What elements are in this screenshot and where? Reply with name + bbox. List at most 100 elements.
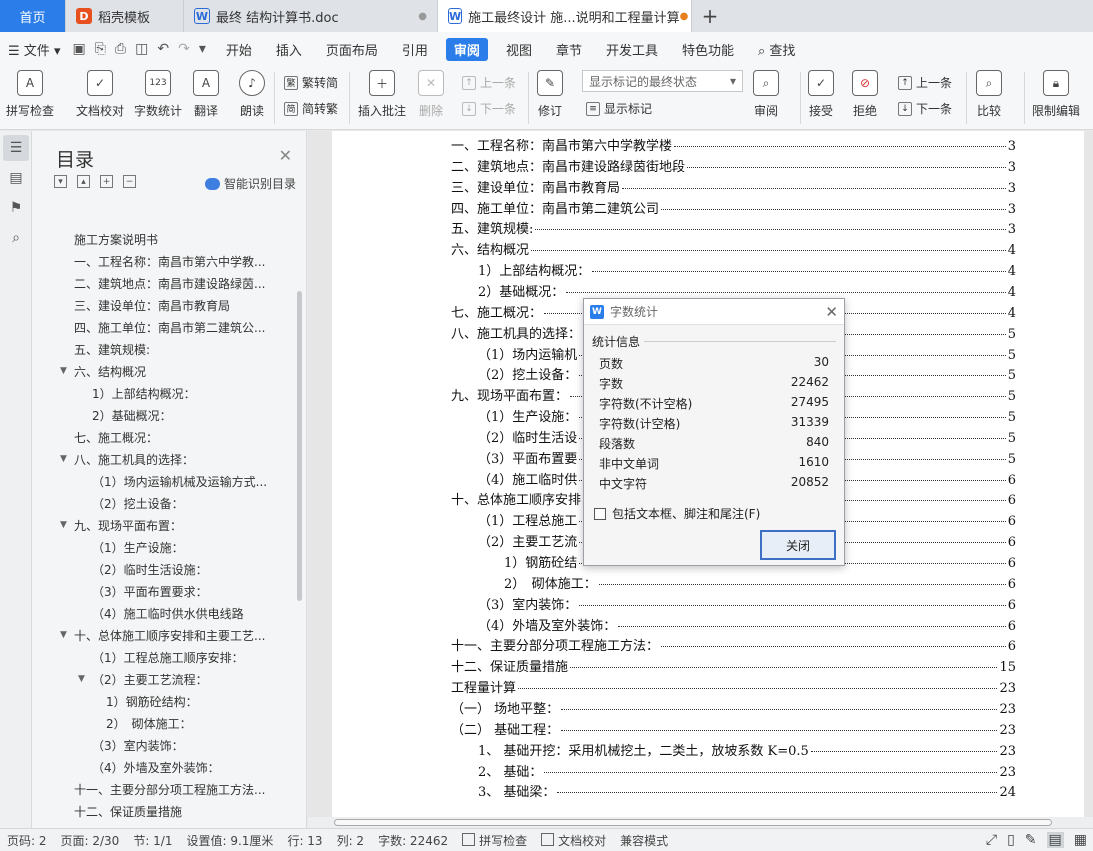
menu-review[interactable]: 审阅 bbox=[445, 37, 488, 61]
chapter-nav-icon[interactable]: ▤ bbox=[3, 165, 29, 191]
chevron-down-icon[interactable]: ▼ bbox=[60, 630, 67, 640]
fullscreen-icon[interactable]: ⤢ bbox=[986, 832, 997, 848]
doc-toc-line[interactable]: 四、施工单位：南昌市第二建筑公司 3 bbox=[451, 198, 1016, 217]
remove-heading-icon[interactable]: − bbox=[123, 175, 136, 188]
page-view-icon[interactable]: ▤ bbox=[1046, 832, 1064, 848]
doc-toc-line[interactable]: 2） 砌体施工： 6 bbox=[504, 573, 1016, 592]
doc-toc-line[interactable]: 三、建设单位：南昌市教育局 3 bbox=[451, 177, 1016, 196]
close-icon[interactable]: ✕ bbox=[825, 303, 838, 321]
tab-structure-calc[interactable]: W 最终 结构计算书.doc ● bbox=[184, 0, 438, 32]
smart-toc-button[interactable]: 智能识别目录 bbox=[204, 175, 296, 192]
toc-item[interactable]: 三、建设单位：南昌市教育局 bbox=[48, 294, 304, 316]
restrict-editing-button[interactable]: 🔒︎ 限制编辑 bbox=[1032, 70, 1080, 119]
find-icon[interactable]: ⌕ bbox=[3, 225, 29, 251]
status-word-count[interactable]: 字数: 22462 bbox=[371, 832, 455, 849]
save-icon[interactable]: ▣ bbox=[72, 41, 85, 57]
tab-home[interactable]: 首页 bbox=[0, 0, 66, 32]
menu-home[interactable]: 开始 bbox=[214, 40, 264, 59]
reject-button[interactable]: ⊘ 拒绝 bbox=[852, 70, 878, 119]
print-preview-icon[interactable]: ◫ bbox=[135, 41, 148, 57]
toc-item[interactable]: 四、施工单位：南昌市第二建筑公... bbox=[48, 316, 304, 338]
chevron-down-icon[interactable]: ▼ bbox=[60, 520, 67, 530]
menu-view[interactable]: 视图 bbox=[494, 40, 544, 59]
pen-icon[interactable]: ✎ bbox=[1025, 832, 1037, 848]
doc-toc-line[interactable]: 十一、主要分部分项工程施工方法： 6 bbox=[451, 635, 1016, 654]
toc-item[interactable]: 2） 砌体施工： bbox=[48, 712, 304, 734]
bookmark-icon[interactable]: ⚑ bbox=[3, 195, 29, 221]
doc-toc-line[interactable]: 1、 基础开挖：采用机械挖土，二类土，放坡系数 K=0.5 23 bbox=[478, 740, 1016, 759]
include-textbox-checkbox[interactable]: 包括文本框、脚注和尾注(F) bbox=[594, 505, 760, 522]
toc-item[interactable]: ▼ 九、现场平面布置： bbox=[48, 514, 304, 536]
markup-state-select[interactable]: 显示标记的最终状态 ▾ bbox=[582, 70, 743, 92]
toc-item[interactable]: （4）施工临时供水供电线路 bbox=[48, 602, 304, 624]
delete-comment-button[interactable]: ✕ 删除 bbox=[418, 70, 444, 119]
translate-button[interactable]: A 翻译 bbox=[193, 70, 219, 119]
doc-toc-line[interactable]: （一） 场地平整： 23 bbox=[451, 698, 1016, 717]
status-spell-check[interactable]: 拼写检查 bbox=[455, 832, 534, 849]
horizontal-scrollbar[interactable] bbox=[308, 817, 1093, 828]
prev-change-button[interactable]: ↑ 上一条 bbox=[898, 74, 952, 91]
menu-references[interactable]: 引用 bbox=[390, 40, 440, 59]
add-heading-icon[interactable]: + bbox=[100, 175, 113, 188]
status-page[interactable]: 页面: 2/30 bbox=[54, 832, 127, 849]
prev-comment-button[interactable]: ↑ 上一条 bbox=[462, 74, 516, 91]
chevron-down-icon[interactable]: ▼ bbox=[60, 366, 67, 376]
toc-item[interactable]: 七、施工概况： bbox=[48, 426, 304, 448]
new-tab-button[interactable]: + bbox=[692, 0, 728, 32]
word-count-button[interactable]: 123 字数统计 bbox=[134, 70, 182, 119]
toc-item[interactable]: （2）临时生活设施： bbox=[48, 558, 304, 580]
doc-toc-line[interactable]: 十二、保证质量措施 15 bbox=[451, 656, 1016, 675]
toc-scrollbar[interactable] bbox=[297, 291, 302, 601]
search-command[interactable]: ⌕ 查找 bbox=[746, 40, 807, 59]
print-icon[interactable]: ⎙ bbox=[115, 41, 126, 57]
trad-to-simp-button[interactable]: 繁繁转简 bbox=[284, 74, 338, 91]
chevron-down-icon[interactable]: ▼ bbox=[78, 674, 85, 684]
toc-item[interactable]: 十一、主要分部分项工程施工方法... bbox=[48, 778, 304, 800]
read-aloud-button[interactable]: ♪ 朗读 bbox=[239, 70, 265, 119]
read-mode-icon[interactable]: ▯ bbox=[1007, 832, 1015, 848]
redo-icon[interactable]: ↷ bbox=[178, 41, 190, 57]
web-view-icon[interactable]: ▦ bbox=[1074, 832, 1087, 848]
menu-features[interactable]: 特色功能 bbox=[670, 40, 746, 59]
toc-item[interactable]: （1）生产设施： bbox=[48, 536, 304, 558]
close-button[interactable]: 关闭 bbox=[760, 530, 836, 560]
menu-developer[interactable]: 开发工具 bbox=[594, 40, 670, 59]
collapse-all-icon[interactable]: ▾ bbox=[54, 175, 67, 188]
doc-toc-line[interactable]: 二、建筑地点：南昌市建设路绿茵街地段 3 bbox=[451, 156, 1016, 175]
doc-toc-line[interactable]: （3）室内装饰： 6 bbox=[478, 594, 1016, 613]
chevron-down-icon[interactable]: ▼ bbox=[60, 454, 67, 464]
toc-item[interactable]: （3）平面布置要求： bbox=[48, 580, 304, 602]
toc-item[interactable]: 施工方案说明书 bbox=[48, 228, 304, 250]
doc-toc-line[interactable]: 1）上部结构概况： 4 bbox=[478, 260, 1016, 279]
toc-item[interactable]: 2）基础概况： bbox=[48, 404, 304, 426]
track-changes-button[interactable]: ✎ 修订 bbox=[537, 70, 563, 119]
doc-toc-line[interactable]: 六、结构概况 4 bbox=[451, 239, 1016, 258]
accept-button[interactable]: ✓ 接受 bbox=[808, 70, 834, 119]
next-comment-button[interactable]: ↓ 下一条 bbox=[462, 100, 516, 117]
menu-insert[interactable]: 插入 bbox=[264, 40, 314, 59]
spell-check-button[interactable]: A 拼写检查 bbox=[6, 70, 54, 119]
doc-toc-line[interactable]: 3、 基础梁： 24 bbox=[478, 781, 1016, 800]
undo-icon[interactable]: ↶ bbox=[157, 41, 169, 57]
toc-item[interactable]: 一、工程名称：南昌市第六中学教... bbox=[48, 250, 304, 272]
scrollbar-thumb[interactable] bbox=[334, 819, 1052, 826]
menu-chapter[interactable]: 章节 bbox=[544, 40, 594, 59]
show-markup-button[interactable]: ≡ 显示标记 bbox=[586, 100, 652, 117]
toc-item[interactable]: 五、建筑规模: bbox=[48, 338, 304, 360]
tab-construction-design[interactable]: W 施工最终设计 施...说明和工程量计算 ● bbox=[438, 0, 692, 32]
file-menu[interactable]: ☰ 文件 ▾ bbox=[0, 40, 64, 59]
toc-item[interactable]: 1）上部结构概况： bbox=[48, 382, 304, 404]
next-change-button[interactable]: ↓ 下一条 bbox=[898, 100, 952, 117]
doc-proof-button[interactable]: ✓ 文档校对 bbox=[76, 70, 124, 119]
compare-button[interactable]: ⌕ 比较 bbox=[976, 70, 1002, 119]
export-icon[interactable]: ⎘ bbox=[95, 41, 106, 57]
toc-item[interactable]: （4）外墙及室外装饰： bbox=[48, 756, 304, 778]
review-pane-button[interactable]: ⌕ 审阅 bbox=[753, 70, 779, 119]
toc-item[interactable]: 十二、保证质量措施 bbox=[48, 800, 304, 822]
doc-toc-line[interactable]: 五、建筑规模: 3 bbox=[451, 218, 1016, 237]
toc-item[interactable]: （1）场内运输机械及运输方式... bbox=[48, 470, 304, 492]
status-doc-proof[interactable]: 文档校对 bbox=[534, 832, 613, 849]
toc-item[interactable]: （3）室内装饰： bbox=[48, 734, 304, 756]
toc-item[interactable]: 二、建筑地点：南昌市建设路绿茵... bbox=[48, 272, 304, 294]
toc-item[interactable]: （2）挖土设备： bbox=[48, 492, 304, 514]
